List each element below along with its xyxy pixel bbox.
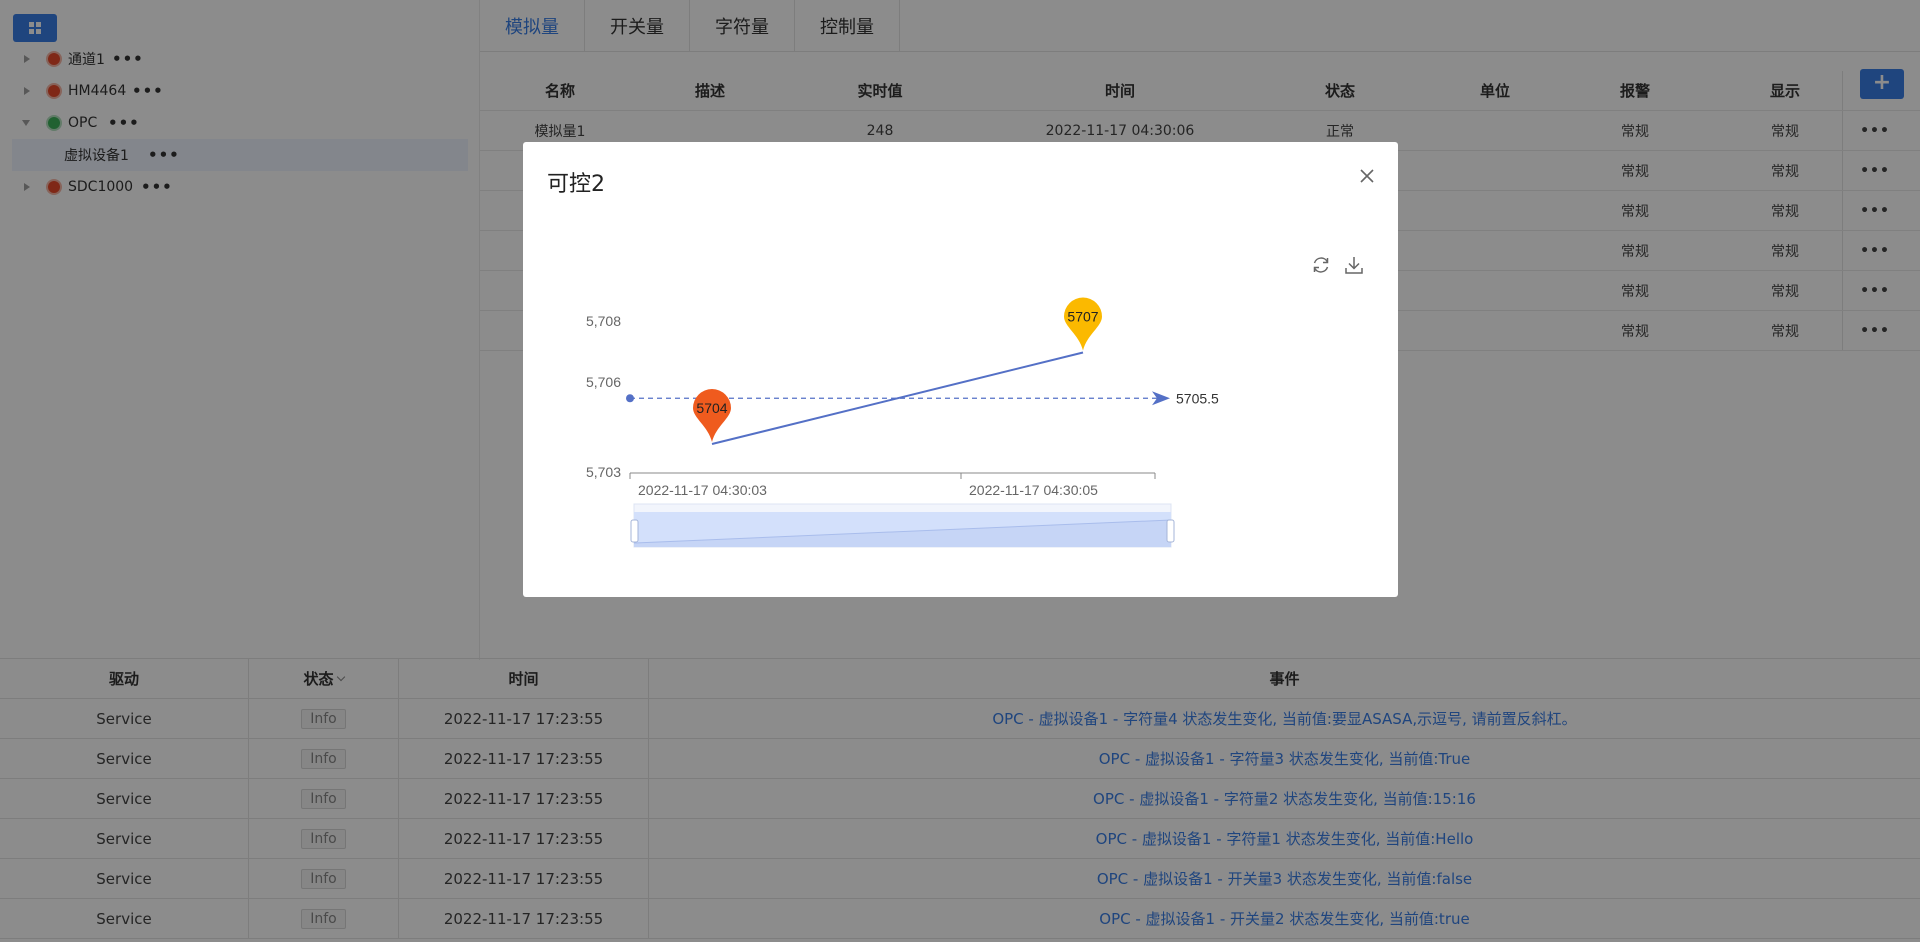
markpoint-max-label: 5707	[1067, 309, 1098, 325]
download-icon[interactable]	[1343, 254, 1365, 276]
modal-title: 可控2	[547, 172, 605, 197]
markpoint-min-label: 5704	[696, 400, 727, 416]
x-tick-label: 2022-11-17 04:30:05	[969, 482, 1098, 498]
markline-label: 5705.5	[1176, 390, 1219, 406]
y-tick-label: 5,708	[586, 313, 621, 329]
refresh-icon[interactable]	[1310, 254, 1332, 276]
x-tick-label: 2022-11-17 04:30:03	[638, 482, 767, 498]
close-icon[interactable]	[1358, 167, 1376, 185]
datazoom-handle-left[interactable]	[630, 519, 639, 543]
datazoom-handle-right[interactable]	[1166, 519, 1175, 543]
trend-chart-modal: 5,703 5,706 5,708 2022-11-17 04:30:03 2022-1…	[523, 142, 1398, 597]
trend-chart: 5,703 5,706 5,708 2022-11-17 04:30:03 2022-1…	[586, 297, 1219, 548]
y-tick-label: 5,703	[586, 464, 621, 480]
y-tick-label: 5,706	[586, 374, 621, 390]
